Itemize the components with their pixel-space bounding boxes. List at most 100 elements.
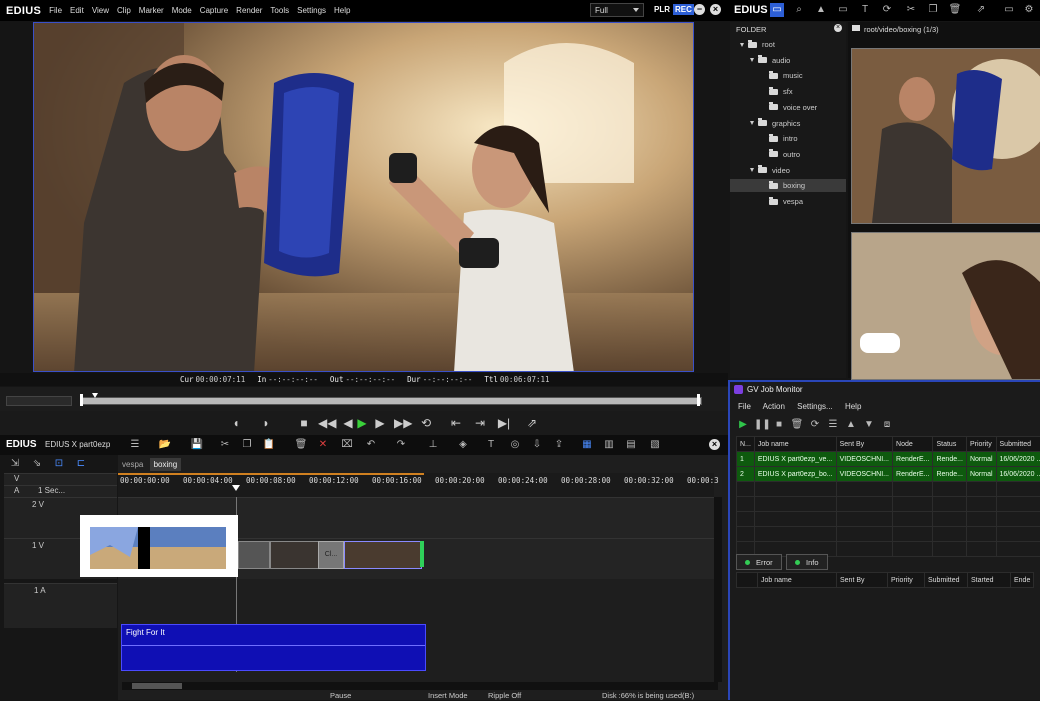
timeline-close-icon[interactable]: × bbox=[709, 439, 720, 450]
tab-error[interactable]: Error bbox=[736, 554, 782, 570]
undo-icon[interactable]: ↶ bbox=[364, 438, 378, 452]
redo-icon[interactable]: ↷ bbox=[394, 438, 408, 452]
table-row[interactable]: 1 EDIUS X part0ezp_ve... VIDEOSCHNI... R… bbox=[737, 452, 1040, 467]
mode-select[interactable]: Full bbox=[590, 3, 644, 17]
clip-thumbnail[interactable] bbox=[851, 232, 1040, 380]
folder-item-sfx[interactable]: sfx bbox=[730, 85, 846, 98]
track-mode-icon[interactable]: ⇲ bbox=[8, 457, 22, 471]
stop-icon[interactable]: ■ bbox=[772, 418, 786, 432]
cut-icon[interactable]: ✂ bbox=[904, 3, 918, 17]
sync-icon[interactable]: ⟳ bbox=[880, 3, 894, 17]
folder-item-voice-over[interactable]: voice over bbox=[730, 101, 846, 114]
log-col-ended[interactable]: Ende bbox=[1011, 573, 1034, 588]
link-mode-icon[interactable]: ⊡ bbox=[52, 457, 66, 471]
folder-item-audio[interactable]: audio bbox=[730, 54, 846, 67]
jm-menu-file[interactable]: File bbox=[738, 402, 751, 411]
folder-item-root[interactable]: root bbox=[730, 38, 846, 51]
add-title-icon[interactable]: T bbox=[858, 3, 872, 17]
position-slider[interactable] bbox=[80, 397, 702, 405]
step-forward-icon[interactable]: ▶ bbox=[372, 415, 388, 431]
v-patch-header[interactable]: V bbox=[4, 473, 117, 485]
log-col-job-name[interactable]: Job name bbox=[758, 573, 837, 588]
open-project-icon[interactable]: 📂 bbox=[158, 438, 172, 452]
delete-icon[interactable]: 🗑 bbox=[790, 418, 804, 432]
rewind-icon[interactable]: ◀◀ bbox=[318, 415, 334, 431]
video-clip-label[interactable]: Cl... bbox=[318, 541, 344, 569]
transition-icon[interactable]: ◈ bbox=[456, 438, 470, 452]
refresh-icon[interactable]: ⟳ bbox=[808, 418, 822, 432]
tab-boxing[interactable]: boxing bbox=[150, 458, 182, 471]
palette-toggle-1-icon[interactable]: ▦ bbox=[580, 438, 594, 452]
folder-view-icon[interactable]: ▭ bbox=[770, 3, 784, 17]
group-mode-icon[interactable]: ⊏ bbox=[74, 457, 88, 471]
delete-icon[interactable]: 🗑 bbox=[948, 3, 962, 17]
export-icon[interactable]: ⇗ bbox=[524, 415, 540, 431]
in-handle[interactable] bbox=[80, 394, 83, 406]
video-clip-thumb[interactable] bbox=[344, 541, 422, 569]
next-edit-icon[interactable]: ▶| bbox=[496, 415, 512, 431]
zoom-level[interactable]: 1 Sec... bbox=[38, 486, 65, 495]
folder-item-music[interactable]: music bbox=[730, 69, 846, 82]
monitor-icon[interactable]: ▭ bbox=[1002, 3, 1016, 17]
log-col-sent-by[interactable]: Sent By bbox=[837, 573, 888, 588]
col-priority[interactable]: Priority bbox=[966, 437, 996, 452]
a-patch-header[interactable]: A 1 Sec... bbox=[4, 485, 117, 497]
scrollbar-thumb[interactable] bbox=[132, 683, 182, 689]
time-ruler[interactable]: 00:00:00:00 00:00:04:00 00:00:08:00 00:0… bbox=[118, 473, 714, 498]
remove-icon[interactable]: ✕ bbox=[316, 438, 330, 452]
delete-icon[interactable]: 🗑 bbox=[294, 438, 308, 452]
loop-icon[interactable]: ⟲ bbox=[418, 415, 434, 431]
folder-item-outro[interactable]: outro bbox=[730, 148, 846, 161]
status-ripple[interactable]: Ripple Off bbox=[488, 691, 521, 700]
menu-help[interactable]: Help bbox=[334, 6, 350, 15]
video-clip-thumb[interactable] bbox=[270, 541, 320, 569]
menu-view[interactable]: View bbox=[92, 6, 109, 15]
horizontal-scrollbar[interactable] bbox=[122, 682, 718, 690]
minimize-icon[interactable]: − bbox=[694, 4, 705, 15]
clip-thumbnail[interactable] bbox=[851, 48, 1040, 224]
title-icon[interactable]: T bbox=[484, 438, 498, 452]
menu-file[interactable]: File bbox=[49, 6, 62, 15]
program-monitor[interactable] bbox=[33, 22, 694, 372]
rec-badge[interactable]: REC bbox=[673, 4, 694, 15]
track-1a-header[interactable]: 1 A bbox=[4, 583, 117, 628]
palette-toggle-3-icon[interactable]: ▤ bbox=[624, 438, 638, 452]
copy-icon[interactable]: ❐ bbox=[926, 3, 940, 17]
mixer-icon[interactable]: ◎ bbox=[508, 438, 522, 452]
folder-item-video[interactable]: video bbox=[730, 164, 846, 177]
set-out-icon[interactable]: ◗ bbox=[258, 415, 274, 431]
paste-icon[interactable]: 📋 bbox=[262, 438, 276, 452]
tab-vespa[interactable]: vespa bbox=[118, 458, 147, 471]
sync-mode-icon[interactable]: ⇘ bbox=[30, 457, 44, 471]
overwrite-to-timeline-icon[interactable]: ⇥ bbox=[472, 415, 488, 431]
cut-icon[interactable]: ✂ bbox=[218, 438, 232, 452]
palette-toggle-4-icon[interactable]: ▧ bbox=[648, 438, 662, 452]
move-up-icon[interactable]: ▲ bbox=[844, 418, 858, 432]
video-clip-thumb[interactable] bbox=[238, 541, 270, 569]
move-down-icon[interactable]: ▼ bbox=[862, 418, 876, 432]
sequence-settings-icon[interactable]: ☰ bbox=[128, 438, 142, 452]
stop-icon[interactable]: ■ bbox=[296, 415, 312, 431]
settings-icon[interactable]: ⚙ bbox=[1022, 3, 1036, 17]
expand-icon[interactable] bbox=[750, 58, 754, 62]
list-icon[interactable]: ☰ bbox=[826, 418, 840, 432]
col-number[interactable]: N... bbox=[737, 437, 755, 452]
folder-item-boxing[interactable]: boxing bbox=[730, 179, 846, 192]
folder-item-vespa[interactable]: vespa bbox=[730, 195, 846, 208]
set-in-icon[interactable]: ◖ bbox=[228, 415, 244, 431]
trim-icon[interactable]: ⌧ bbox=[340, 438, 354, 452]
log-col-submitted[interactable]: Submitted bbox=[925, 573, 968, 588]
log-col-priority[interactable]: Priority bbox=[888, 573, 925, 588]
insert-to-timeline-icon[interactable]: ⇤ bbox=[448, 415, 464, 431]
shuttle-slider[interactable] bbox=[6, 396, 72, 406]
folder-close-icon[interactable]: × bbox=[834, 24, 842, 32]
play-icon[interactable]: ▶ bbox=[736, 418, 750, 432]
folder-item-intro[interactable]: intro bbox=[730, 132, 846, 145]
table-row[interactable]: 2 EDIUS X part0ezp_bo... VIDEOSCHNI... R… bbox=[737, 467, 1040, 482]
playhead-marker[interactable] bbox=[92, 393, 98, 398]
play-icon[interactable]: ▶ bbox=[354, 415, 370, 431]
timeline-playhead[interactable] bbox=[232, 485, 240, 491]
import-icon[interactable]: ⇩ bbox=[530, 438, 544, 452]
up-icon[interactable]: ▲ bbox=[814, 3, 828, 17]
jm-menu-settings[interactable]: Settings... bbox=[797, 402, 833, 411]
